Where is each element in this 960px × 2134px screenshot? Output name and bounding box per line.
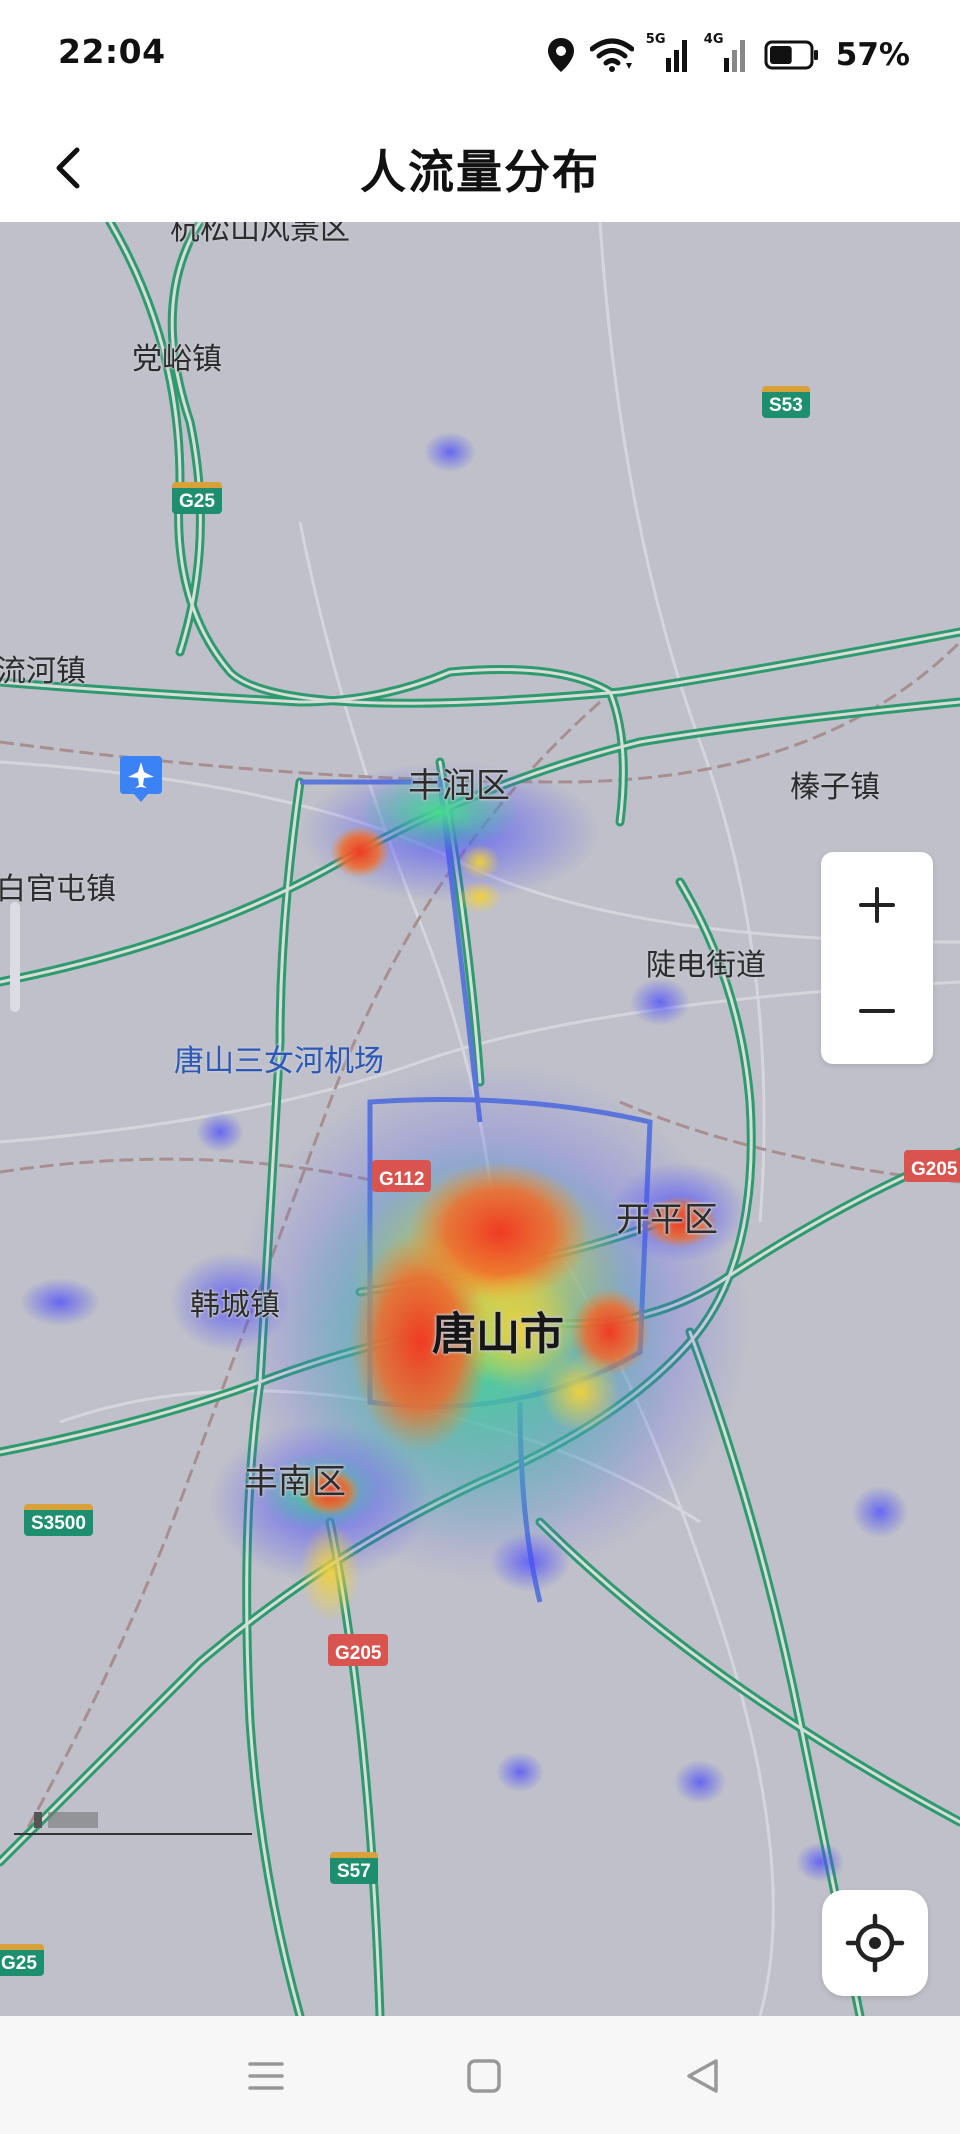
zoom-in-button[interactable] (821, 852, 933, 958)
road-shield-g205-right: G205 (904, 1150, 960, 1182)
place-label-zhenzi: 榛子镇 (790, 770, 880, 805)
minus-icon (859, 1009, 895, 1013)
airplane-icon (120, 756, 162, 802)
signal-4g-icon: 4G (704, 32, 750, 74)
place-label-hancheng: 韩城镇 (190, 1288, 280, 1323)
heatmap-layer (20, 432, 908, 1882)
signal-5g-icon: 5G (646, 32, 692, 74)
place-label-airport: 唐山三女河机场 (174, 1044, 384, 1079)
back-triangle-icon (687, 2059, 718, 2093)
nav-menu-button[interactable] (236, 2048, 296, 2104)
road-shield-g25-bottom: G25 (0, 1944, 44, 1976)
location-icon (547, 38, 574, 72)
zoom-control (821, 852, 933, 1064)
scale-bar (14, 1812, 252, 1835)
locate-button[interactable] (822, 1890, 928, 1996)
wifi-icon (589, 38, 634, 72)
left-drag-handle[interactable] (10, 902, 20, 1012)
place-label-fengrun: 丰润区 (408, 766, 510, 806)
road-shield-g205-bottom: G205 (328, 1634, 389, 1666)
map-view[interactable]: 杭松山风景区 党峪镇 流河镇 丰润区 榛子镇 白官屯镇 陡电街道 唐山三女河机场… (0, 222, 960, 2016)
place-label-tangshan: 唐山市 (432, 1309, 564, 1360)
place-label-ludian: 陡电街道 (646, 948, 766, 983)
page-title: 人流量分布 (360, 145, 600, 199)
road-shield-s3500: S3500 (24, 1504, 93, 1536)
zoom-out-button[interactable] (821, 958, 933, 1064)
nav-back-button[interactable] (672, 2048, 732, 2104)
road-shield-g112: G112 (372, 1160, 432, 1192)
locate-target-icon (845, 1913, 905, 1973)
place-label-top-partial: 杭松山风景区 (170, 222, 350, 247)
title-bar: 人流量分布 (0, 110, 960, 222)
system-nav-bar (0, 2016, 960, 2134)
map-base-layer (0, 222, 960, 2016)
place-label-kaiping: 开平区 (616, 1200, 718, 1240)
battery-icon (764, 40, 818, 70)
road-shield-g25-top: G25 (172, 482, 222, 514)
road-shield-s57: S57 (330, 1852, 378, 1884)
status-bar: 22:04 5G 4G 57% (0, 0, 960, 110)
battery-percent: 57% (835, 37, 910, 73)
place-label-fengnan: 丰南区 (244, 1462, 346, 1502)
menu-icon (248, 2062, 284, 2090)
place-label-baiguantun: 白官屯镇 (0, 872, 116, 907)
status-time: 22:04 (58, 32, 166, 71)
place-label-dangyu: 党峪镇 (132, 342, 222, 377)
home-square-icon (467, 2059, 501, 2093)
plus-icon (859, 887, 895, 923)
status-icons: 5G 4G 57% (546, 30, 910, 80)
place-label-liuhe: 流河镇 (0, 654, 86, 689)
road-shield-s53: S53 (762, 386, 810, 418)
nav-home-button[interactable] (454, 2048, 514, 2104)
